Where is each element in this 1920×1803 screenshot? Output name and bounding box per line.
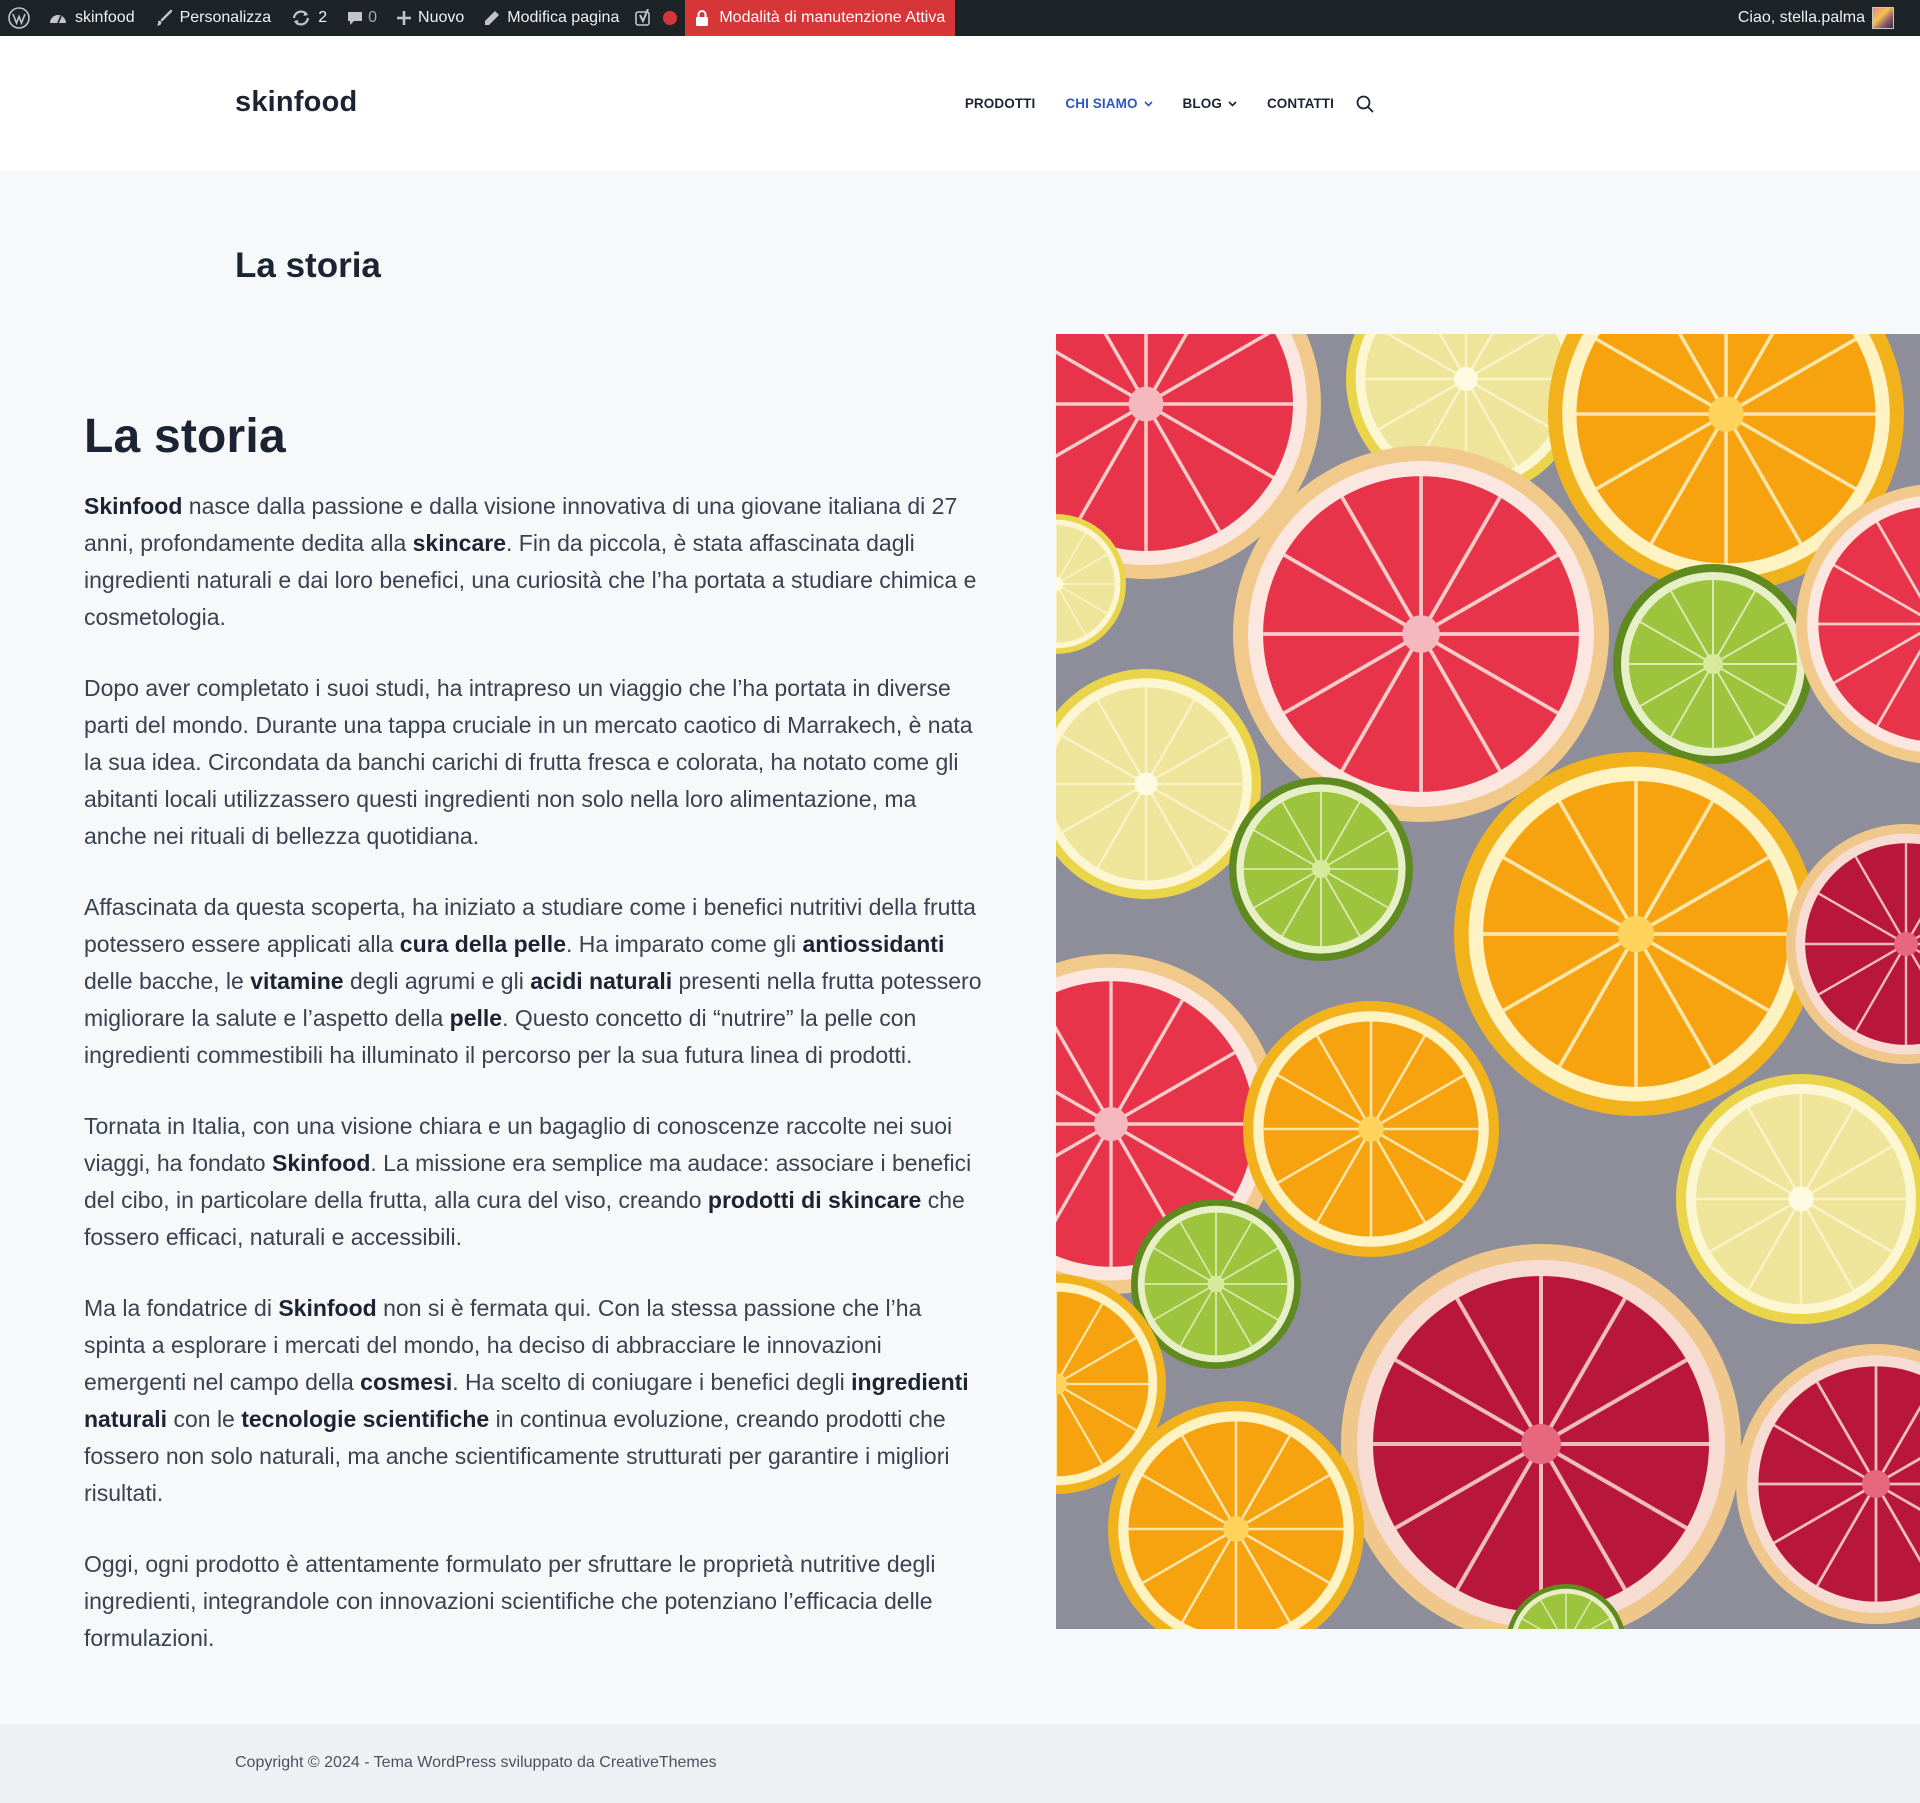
seo-score-dot-icon <box>663 11 678 25</box>
lock-icon <box>696 9 709 26</box>
story-heading: La storia <box>84 410 286 463</box>
admin-customize-label: Personalizza <box>179 9 272 26</box>
admin-site-name: skinfood <box>75 9 135 26</box>
admin-bar: skinfood Personalizza 2 0 Nuovo Modifica… <box>0 0 1920 36</box>
story-content: La storia Skinfood nasce dalla passione … <box>84 408 984 1691</box>
page-title: La storia <box>235 246 381 285</box>
seo-score-indicator[interactable] <box>659 0 685 36</box>
site-header: skinfood PRODOTTI CHI SIAMO BLOG CONTATT… <box>0 36 1920 171</box>
chevron-down-icon <box>1228 100 1237 107</box>
yoast-seo-menu[interactable] <box>629 0 659 36</box>
admin-account-menu[interactable]: Ciao, stella.palma <box>1728 0 1920 36</box>
admin-comments-count: 0 <box>368 9 378 26</box>
search-button[interactable] <box>1356 95 1374 113</box>
story-paragraph: Oggi, ogni prodotto è attentamente formu… <box>84 1550 936 1651</box>
maintenance-mode-badge[interactable]: Modalità di manutenzione Attiva <box>685 0 956 36</box>
citrus-slice <box>1229 777 1413 961</box>
admin-greeting: Ciao, stella.palma <box>1737 9 1865 26</box>
story-paragraph: Tornata in Italia, con una visione chiar… <box>84 1112 972 1250</box>
nav-item-prodotti[interactable]: PRODOTTI <box>965 96 1036 111</box>
updates-icon <box>293 10 310 26</box>
dashboard-icon <box>50 15 66 24</box>
admin-updates-count: 2 <box>318 9 328 26</box>
comment-icon <box>348 12 363 25</box>
site-logo[interactable]: skinfood <box>235 86 357 119</box>
avatar <box>1872 7 1894 29</box>
admin-edit-page-link[interactable]: Modifica pagina <box>474 0 629 36</box>
admin-new-link[interactable]: Nuovo <box>387 0 474 36</box>
admin-edit-page-label: Modifica pagina <box>507 9 620 26</box>
admin-comments-link[interactable]: 0 <box>337 0 387 36</box>
citrus-slice <box>1613 564 1813 764</box>
nav-item-label: PRODOTTI <box>964 96 1036 111</box>
admin-updates-link[interactable]: 2 <box>281 0 337 36</box>
citrus-slice <box>1454 752 1818 1116</box>
nav-item-label: BLOG <box>1182 96 1222 111</box>
admin-site-link[interactable]: skinfood <box>38 0 145 36</box>
nav-item-contatti[interactable]: CONTATTI <box>1267 96 1334 111</box>
site-footer: Copyright © 2024 - Tema WordPress svilup… <box>0 1724 1920 1803</box>
nav-item-label: CHI SIAMO <box>1065 96 1138 111</box>
story-paragraph: Dopo aver completato i suoi studi, ha in… <box>84 674 973 849</box>
story-paragraph: Affascinata da questa scoperta, ha inizi… <box>84 893 982 1068</box>
citrus-slice <box>1676 1074 1920 1324</box>
brush-icon <box>156 9 172 26</box>
nav-item-blog[interactable]: BLOG <box>1183 96 1237 111</box>
wordpress-logo-icon[interactable] <box>0 0 38 36</box>
main-navigation: PRODOTTI CHI SIAMO BLOG CONTATTI <box>935 36 1374 171</box>
citrus-slice <box>1341 1244 1741 1629</box>
chevron-down-icon <box>1143 100 1153 107</box>
pencil-icon <box>485 11 500 25</box>
story-paragraph: Ma la fondatrice di Skinfood non si è fe… <box>84 1294 969 1506</box>
maintenance-mode-label: Modalità di manutenzione Attiva <box>719 9 946 26</box>
admin-customize-link[interactable]: Personalizza <box>145 0 282 36</box>
search-icon <box>1356 95 1374 112</box>
yoast-icon <box>635 9 651 26</box>
plus-icon <box>397 11 412 25</box>
citrus-slice <box>1243 1001 1499 1257</box>
story-paragraph: Skinfood nasce dalla passione e dalla vi… <box>84 492 977 630</box>
citrus-slice <box>1233 446 1609 822</box>
citrus-illustration <box>1056 334 1920 1629</box>
admin-new-label: Nuovo <box>418 9 465 26</box>
nav-item-label: CONTATTI <box>1266 96 1334 111</box>
nav-item-chi-siamo[interactable]: CHI SIAMO <box>1065 96 1153 111</box>
citrus-fruits-image <box>1056 334 1920 1629</box>
footer-copyright: Copyright © 2024 - Tema WordPress svilup… <box>235 1754 717 1771</box>
